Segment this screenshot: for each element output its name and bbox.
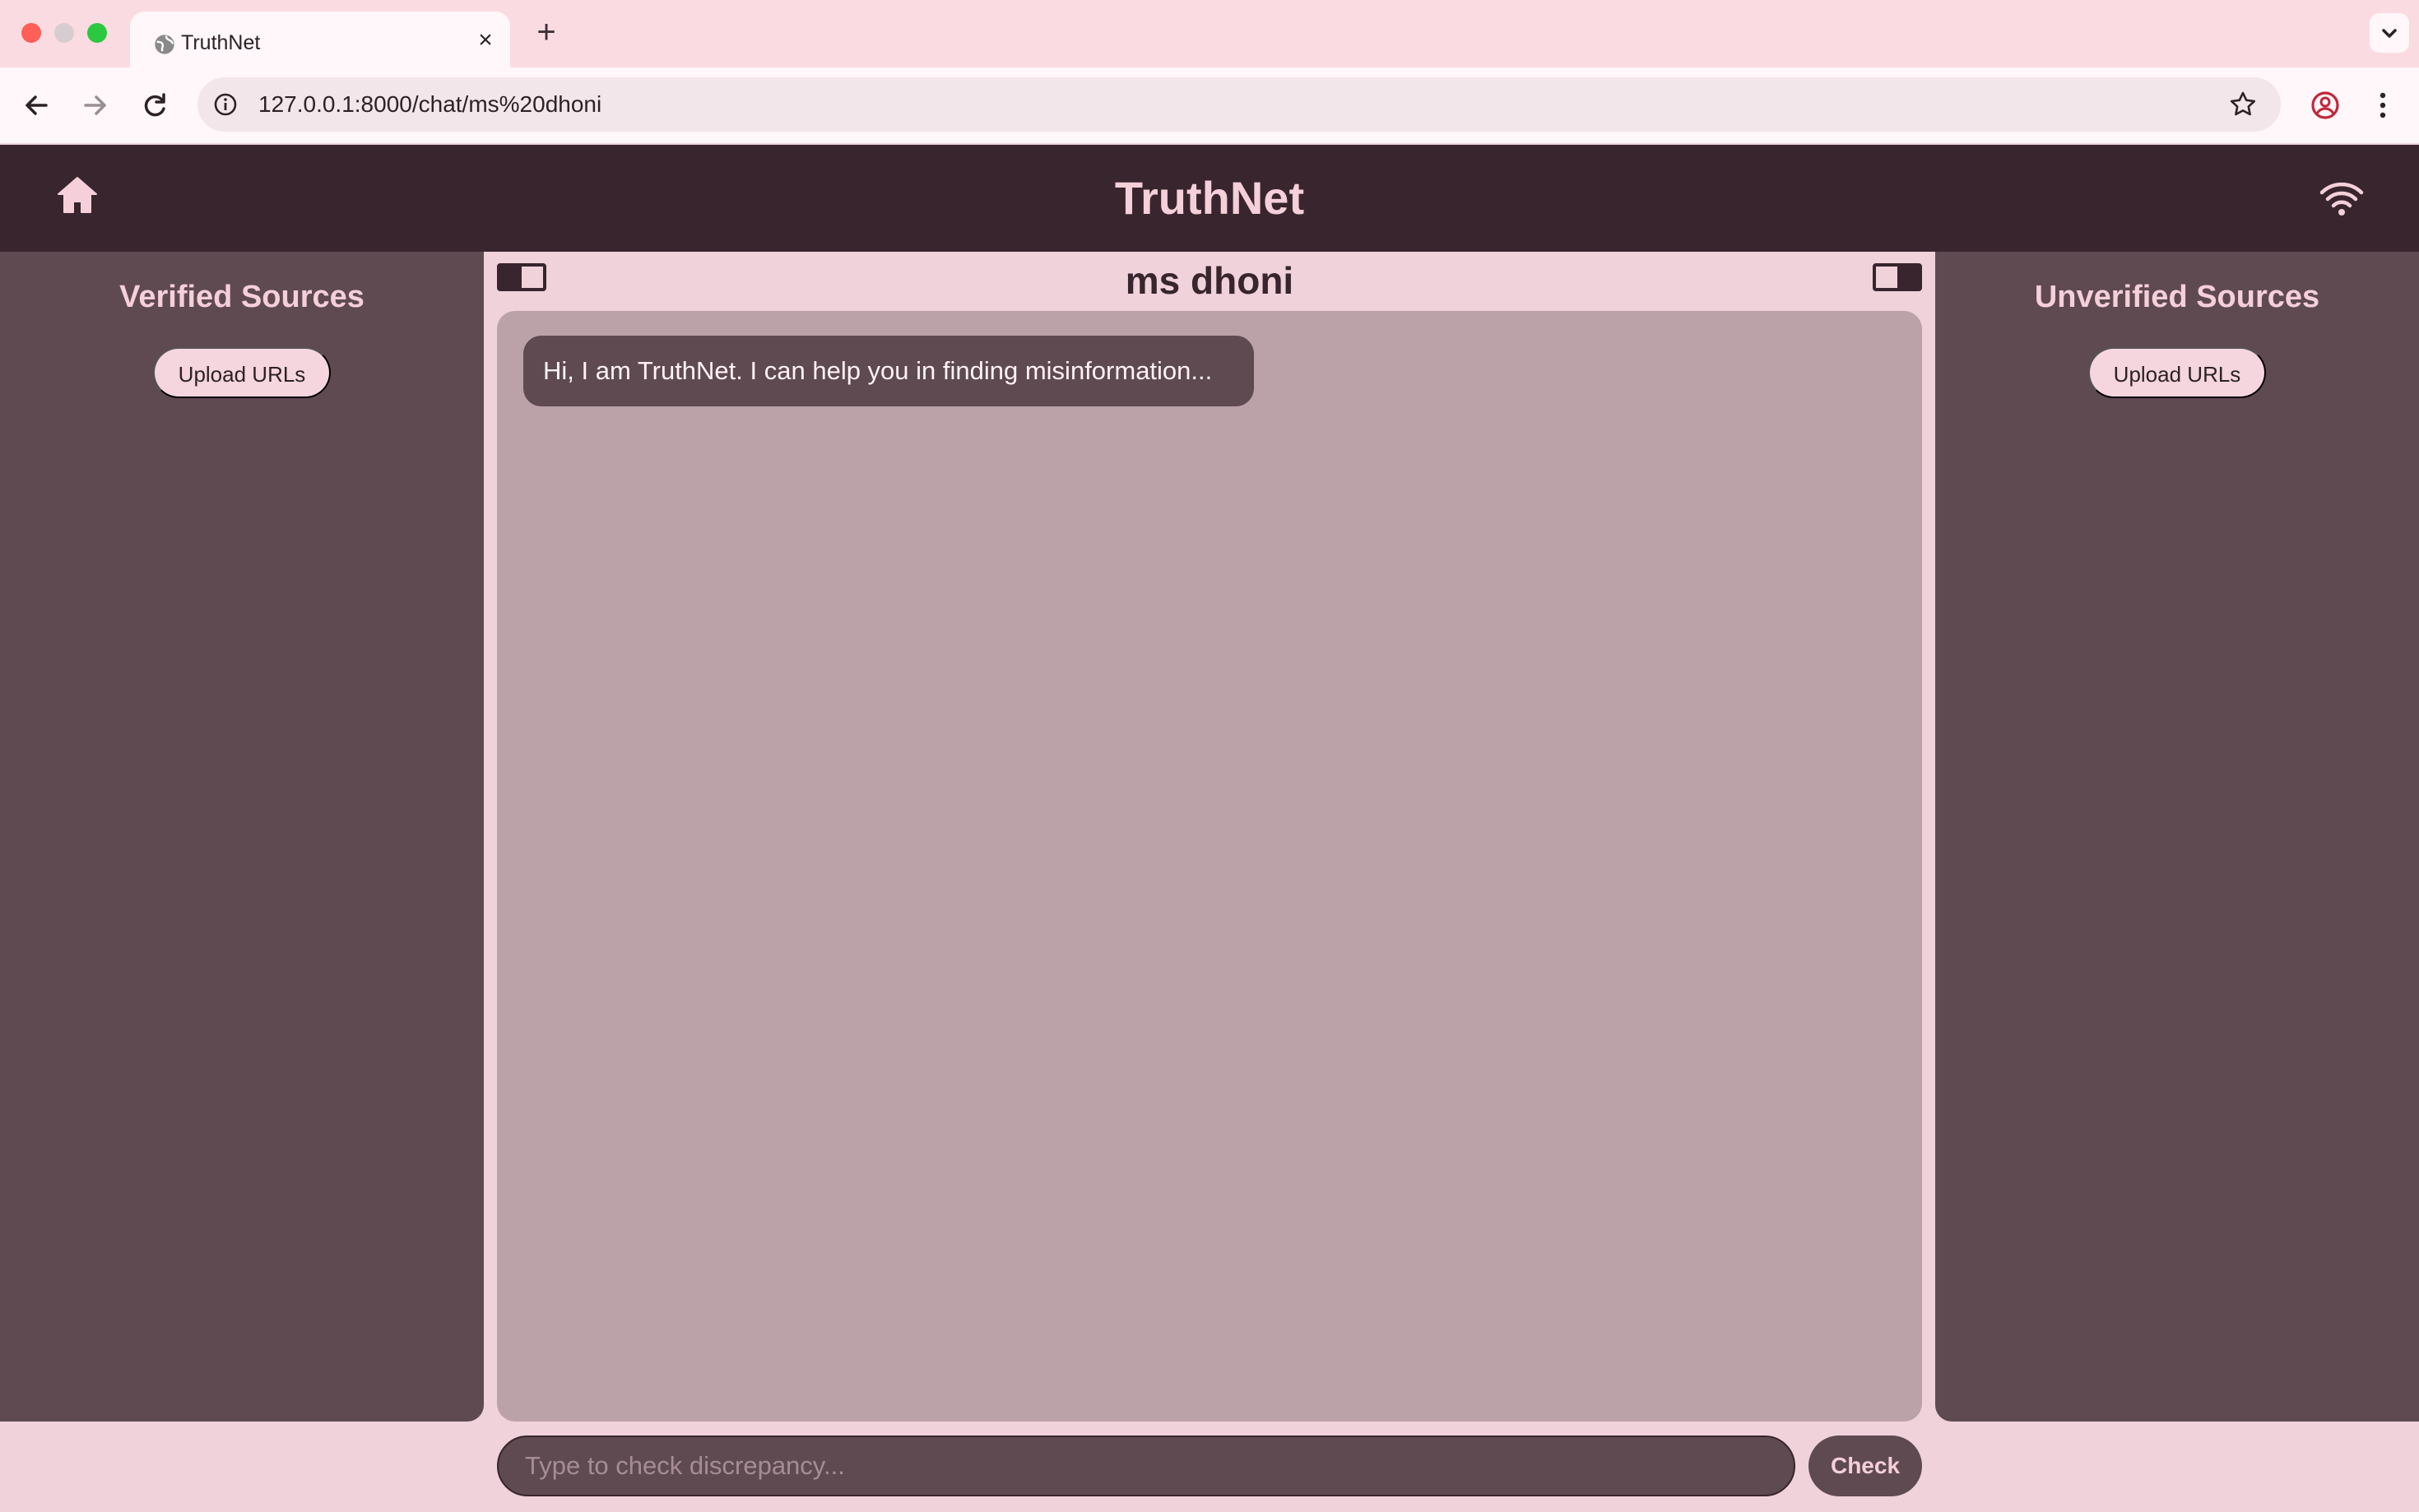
app-header: TruthNet [0, 145, 2419, 252]
tab-search-button[interactable] [2370, 13, 2409, 53]
chevron-down-icon [2382, 29, 2397, 38]
unverified-sources-panel: Unverified Sources Upload URLs [1935, 252, 2419, 1422]
minimize-window-button[interactable] [54, 23, 74, 43]
new-tab-button[interactable]: + [530, 16, 563, 49]
verified-sources-panel: Verified Sources Upload URLs [0, 252, 484, 1422]
bot-message-bubble: Hi, I am TruthNet. I can help you in fin… [523, 336, 1254, 406]
globe-icon [155, 35, 174, 54]
back-arrow-icon[interactable] [16, 86, 56, 125]
browser-tab-strip: TruthNet × + [0, 0, 2419, 67]
toggle-right-sidebar-icon[interactable] [1873, 263, 1922, 291]
bookmark-star-icon[interactable] [2228, 90, 2258, 119]
browser-tab[interactable]: TruthNet × [130, 12, 510, 67]
chat-messages-area: Hi, I am TruthNet. I can help you in fin… [497, 311, 1922, 1422]
site-info-icon[interactable] [212, 91, 239, 118]
address-bar[interactable]: 127.0.0.1:8000/chat/ms%20dhoni [197, 77, 2281, 132]
chat-title: ms dhoni [1125, 259, 1294, 302]
url-text: 127.0.0.1:8000/chat/ms%20dhoni [258, 91, 602, 117]
forward-arrow-icon[interactable] [76, 86, 115, 125]
tab-title: TruthNet [181, 31, 261, 54]
discrepancy-input[interactable] [497, 1435, 1795, 1496]
maximize-window-button[interactable] [87, 23, 107, 43]
check-button[interactable]: Check [1808, 1435, 1922, 1496]
upload-verified-urls-button[interactable]: Upload URLs [153, 347, 331, 398]
browser-toolbar: 127.0.0.1:8000/chat/ms%20dhoni [0, 67, 2419, 143]
reload-icon[interactable] [135, 86, 174, 125]
app-title: TruthNet [1114, 172, 1305, 224]
upload-unverified-urls-button[interactable]: Upload URLs [2088, 347, 2266, 398]
more-menu-icon[interactable] [2363, 86, 2403, 125]
close-window-button[interactable] [21, 23, 41, 43]
profile-icon[interactable] [2305, 86, 2345, 125]
wifi-icon [2319, 182, 2364, 216]
close-tab-icon[interactable]: × [474, 28, 497, 53]
